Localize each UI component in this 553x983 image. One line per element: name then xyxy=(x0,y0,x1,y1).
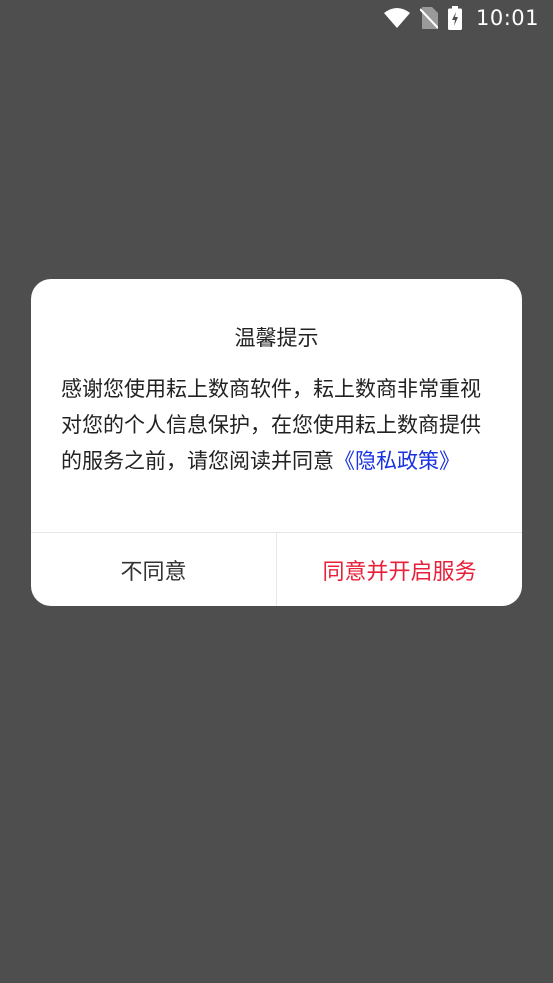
no-sim-icon xyxy=(419,7,438,29)
disagree-button[interactable]: 不同意 xyxy=(31,533,276,606)
dialog-title: 温馨提示 xyxy=(234,326,319,350)
clock: 10:01 xyxy=(475,6,539,30)
battery-charging-icon xyxy=(447,6,462,30)
status-icons: 10:01 xyxy=(383,6,539,30)
dialog-body: 感谢您使用耘上数商软件，耘上数商非常重视对您的个人信息保护，在您使用耘上数商提供… xyxy=(61,371,494,479)
wifi-icon xyxy=(383,8,410,28)
privacy-policy-link[interactable]: 《隐私政策》 xyxy=(334,449,460,473)
privacy-dialog: 温馨提示 感谢您使用耘上数商软件，耘上数商非常重视对您的个人信息保护，在您使用耘… xyxy=(31,279,522,606)
agree-and-start-button[interactable]: 同意并开启服务 xyxy=(277,533,522,606)
status-bar: 10:01 xyxy=(0,0,553,36)
